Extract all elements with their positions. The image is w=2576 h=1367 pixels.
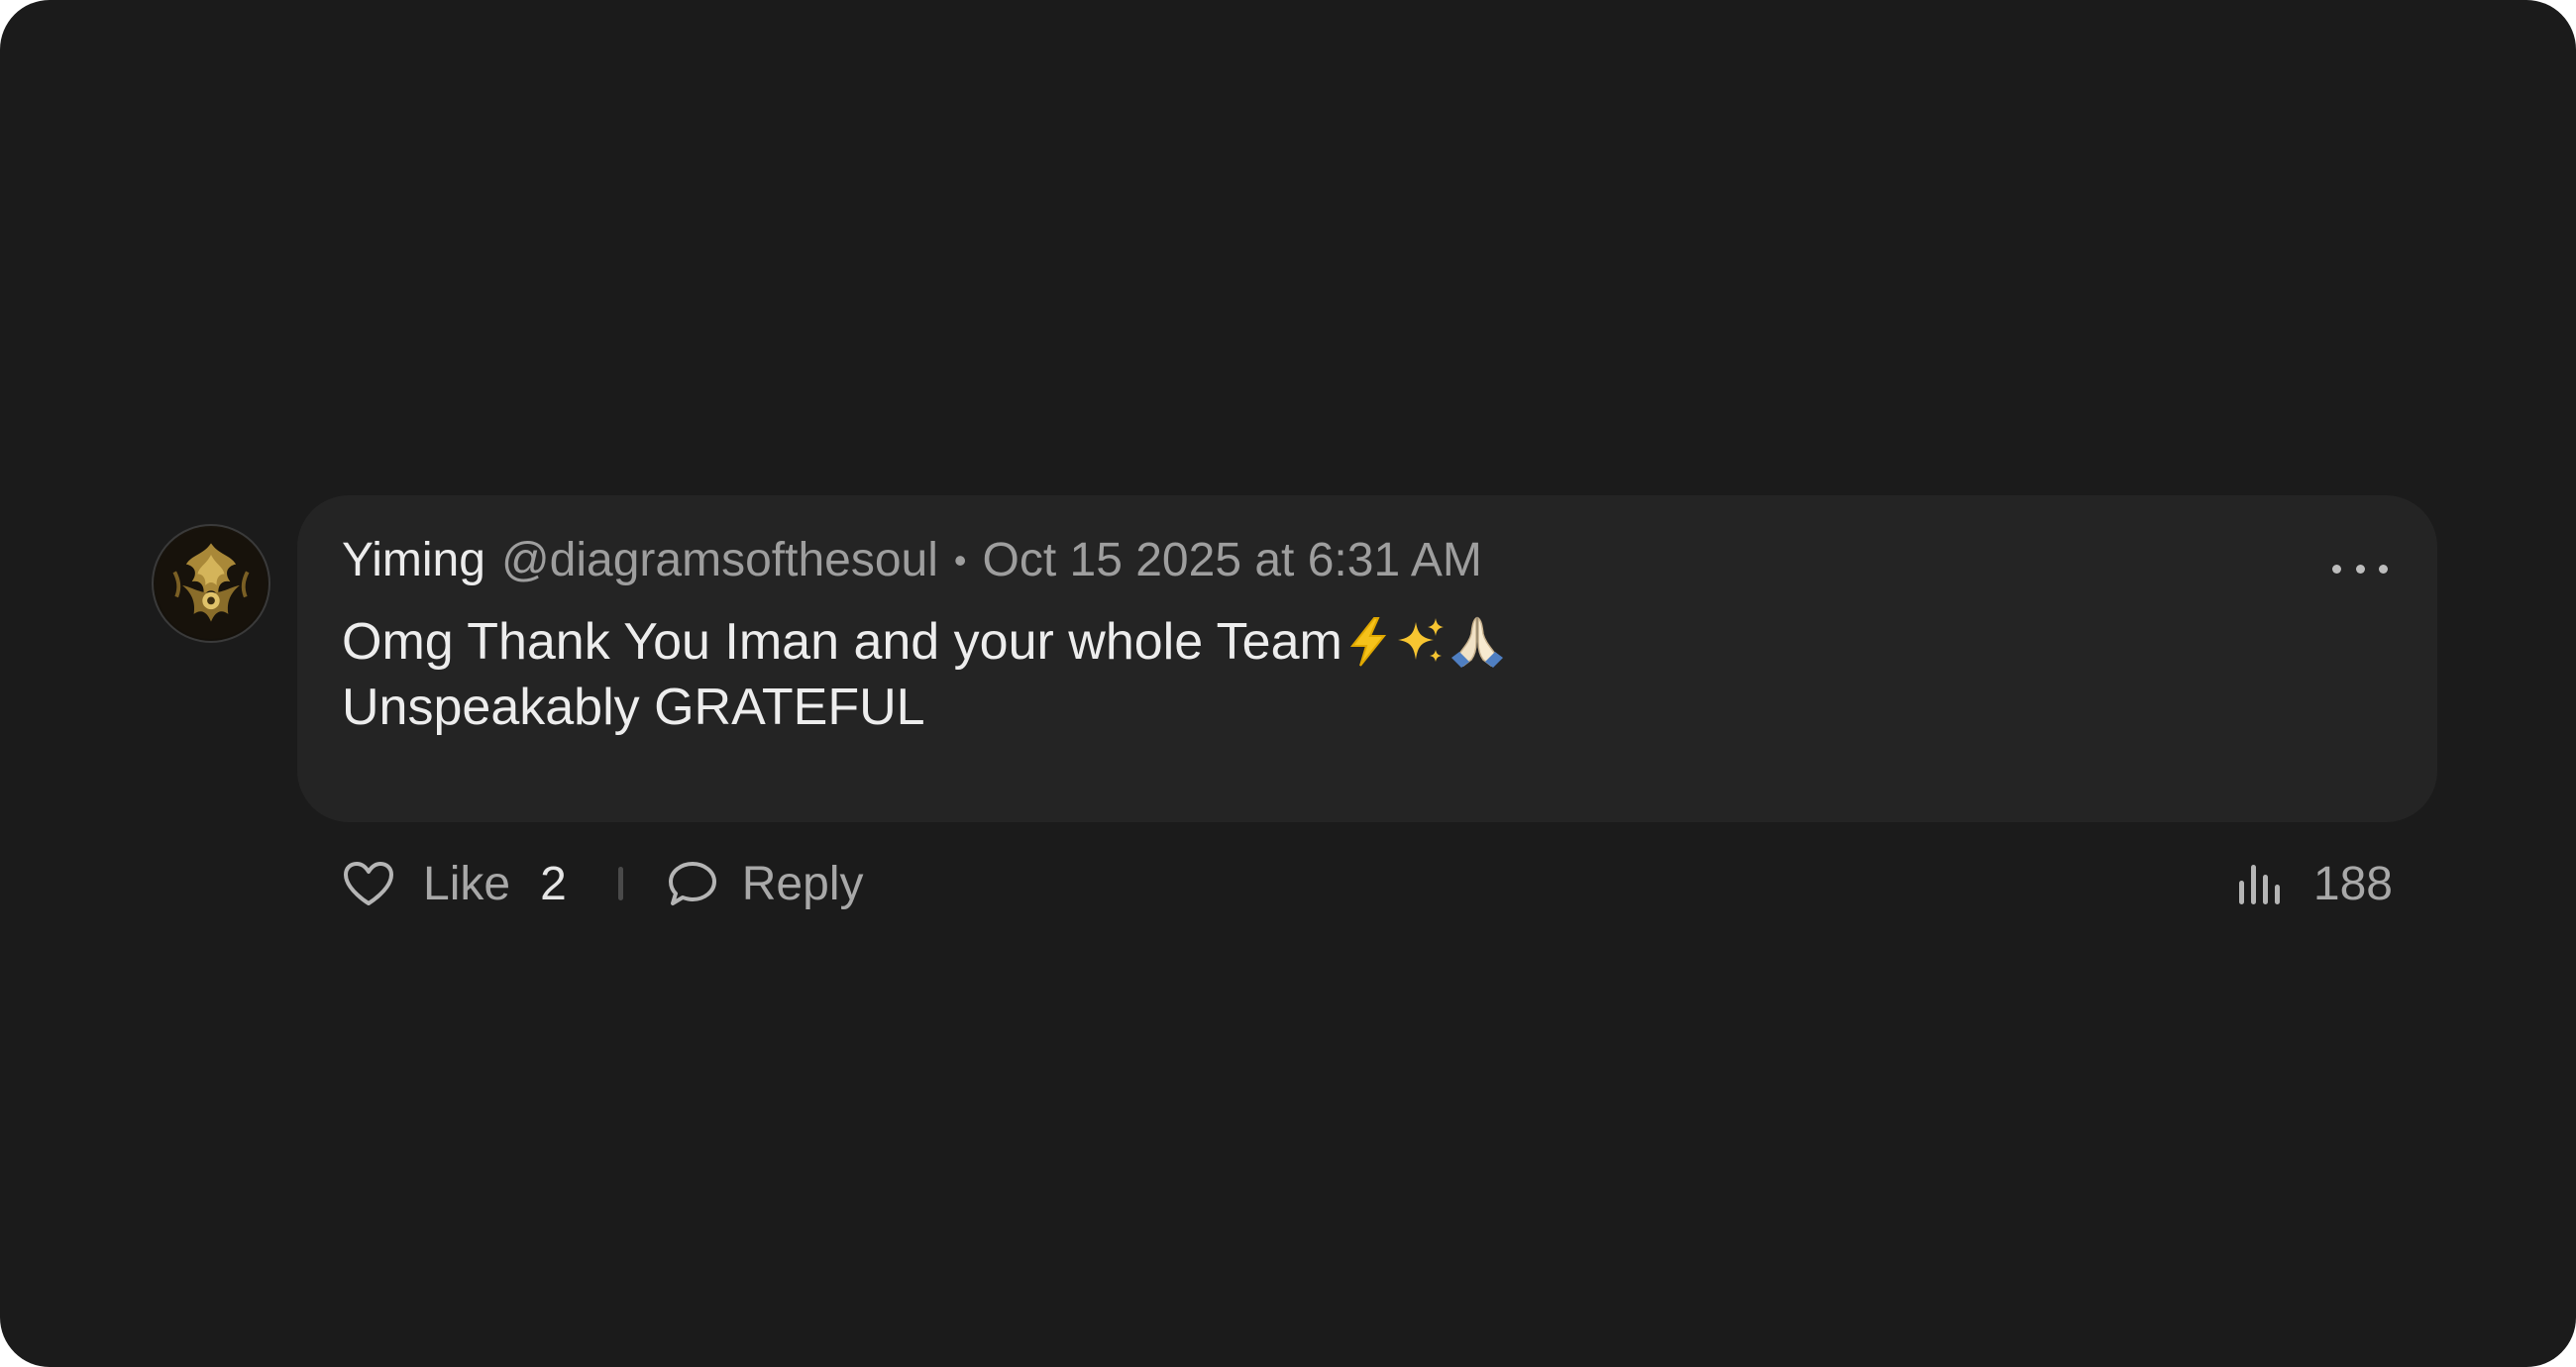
ellipsis-dot	[2355, 564, 2365, 574]
action-divider	[617, 867, 623, 900]
high-voltage-icon	[1349, 617, 1386, 667]
views-count: 188	[2312, 857, 2393, 910]
heart-icon	[344, 862, 393, 905]
comment-text-line-2: Unspeakably GRATEFUL	[342, 679, 925, 736]
emoji-group	[1344, 612, 1507, 672]
reply-button[interactable]: Reply	[667, 857, 864, 911]
ellipsis-icon	[2332, 564, 2341, 574]
comment-line-2: Unspeakably GRATEFUL	[342, 675, 1507, 740]
like-button[interactable]: Like 2	[342, 857, 567, 911]
comment-actions: Like 2 Reply	[342, 852, 863, 915]
comment-body: Omg Thank You Iman and your whole Team U…	[342, 609, 1507, 740]
ellipsis-dot	[2379, 564, 2388, 574]
comment-bubble: Yiming @diagramsofthesoul • Oct 15 2025 …	[297, 495, 2437, 822]
meta-separator: •	[953, 540, 967, 580]
comment-text-line-1: Omg Thank You Iman and your whole Team	[342, 613, 1342, 671]
timestamp[interactable]: Oct 15 2025 at 6:31 AM	[983, 529, 1482, 592]
author-name[interactable]: Yiming	[342, 529, 485, 592]
comment-meta: Yiming @diagramsofthesoul • Oct 15 2025 …	[342, 529, 1482, 592]
speech-bubble-icon	[668, 862, 716, 905]
comment-line-1: Omg Thank You Iman and your whole Team	[342, 609, 1507, 675]
sparkles-icon	[1397, 618, 1444, 662]
bar-chart-icon	[2238, 865, 2280, 904]
avatar-emblem-icon	[155, 527, 268, 640]
more-options-button[interactable]	[2332, 551, 2388, 586]
reply-label: Reply	[741, 857, 864, 910]
author-handle[interactable]: @diagramsofthesoul	[501, 529, 938, 592]
like-label: Like	[423, 857, 511, 910]
views-stat[interactable]: 188	[2236, 852, 2393, 915]
avatar[interactable]	[152, 524, 270, 643]
comment-card-frame: Yiming @diagramsofthesoul • Oct 15 2025 …	[0, 0, 2576, 1367]
folded-hands-icon	[1450, 616, 1503, 668]
like-count[interactable]: 2	[540, 857, 567, 911]
